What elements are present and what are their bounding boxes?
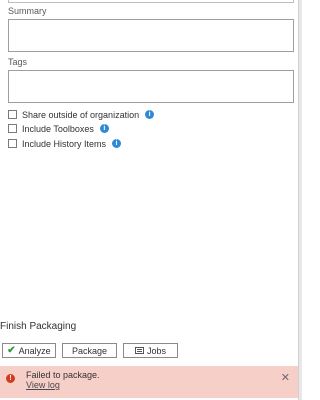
checkmark-icon: ✔ [7,345,16,356]
error-icon: ! [6,374,15,383]
previous-field-frame [8,0,294,3]
option-share[interactable]: Share outside of organization i [8,108,155,121]
analyze-label: Analyze [18,345,51,356]
analyze-button[interactable]: ✔ Analyze [2,343,56,358]
info-icon[interactable]: i [99,124,109,133]
view-log-link[interactable]: View log [26,380,60,390]
info-icon[interactable]: i [145,110,155,119]
toolboxes-label: Include Toolboxes [22,123,94,134]
summary-label: Summary [8,6,47,16]
jobs-icon [134,347,144,354]
share-checkbox[interactable] [8,110,17,119]
history-checkbox[interactable] [8,139,17,148]
package-label: Package [71,345,108,356]
history-label: Include History Items [22,138,107,149]
finish-packaging-title: Finish Packaging [0,321,77,332]
option-history[interactable]: Include History Items i [8,137,122,150]
error-alert: ! Failed to package. View log ✕ [0,366,298,398]
summary-field[interactable] [8,19,294,52]
package-button[interactable]: Package [62,343,117,358]
toolboxes-checkbox[interactable] [8,124,17,133]
option-toolboxes[interactable]: Include Toolboxes i [8,122,109,135]
scrollbar[interactable] [298,0,302,400]
tags-field[interactable] [8,70,294,103]
jobs-button[interactable]: Jobs [123,343,178,358]
info-icon[interactable]: i [112,139,122,148]
tags-label: Tags [8,57,28,67]
alert-message: Failed to package. [26,370,100,380]
close-icon[interactable]: ✕ [281,373,290,384]
jobs-label: Jobs [146,345,166,356]
share-label: Share outside of organization [22,109,140,120]
